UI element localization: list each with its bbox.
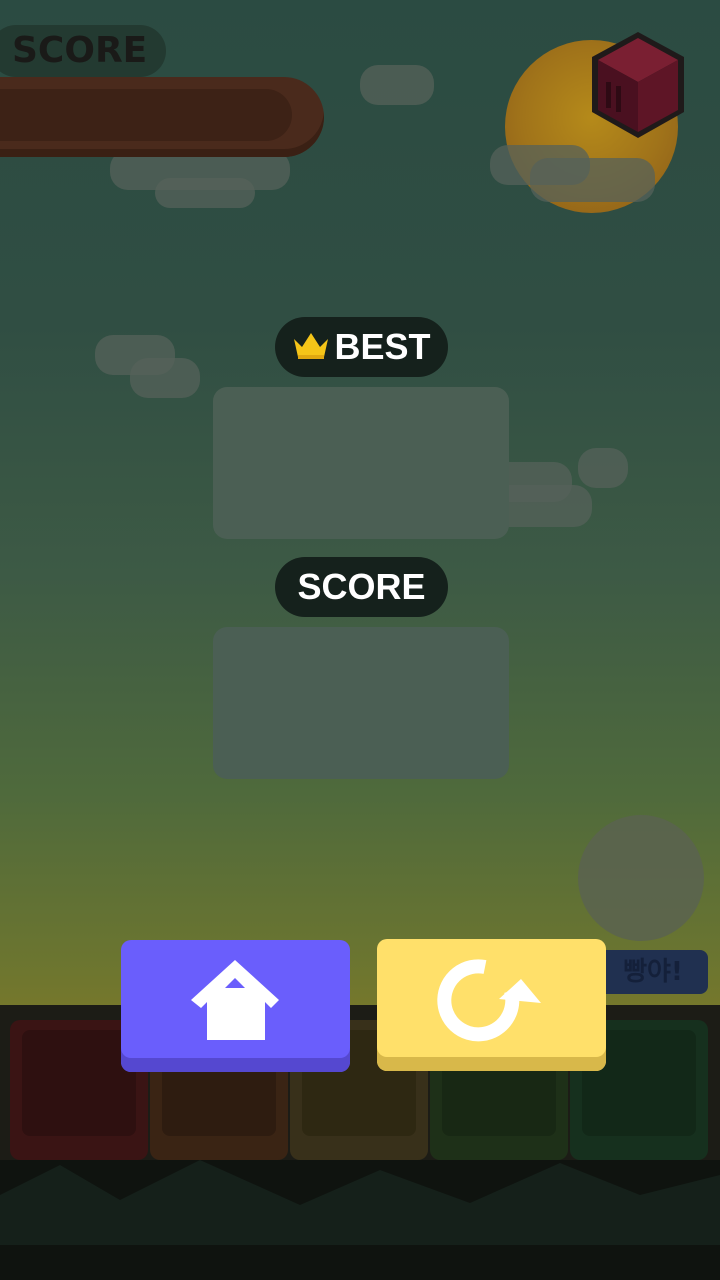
home-button[interactable] (121, 940, 350, 1072)
game-screen: SCORE BEST SCORE 빵야! (0, 0, 720, 1280)
best-score-panel (213, 387, 509, 539)
best-label: BEST (334, 326, 431, 367)
cloud (130, 358, 200, 398)
progress-track (0, 89, 292, 141)
cloud (578, 448, 628, 488)
cloud (530, 158, 655, 202)
crown-icon (294, 333, 329, 360)
cloud (155, 178, 255, 208)
score-panel (213, 627, 509, 779)
home-icon (191, 960, 279, 1040)
retry-icon (437, 959, 541, 1042)
score-label: SCORE (297, 566, 426, 607)
cube-icon[interactable] (588, 30, 688, 140)
progress-bar (0, 77, 324, 157)
best-label-pill: BEST (275, 317, 448, 377)
hud-score-label: SCORE (0, 25, 166, 77)
mountains (0, 1160, 720, 1245)
score-label-pill: SCORE (275, 557, 448, 617)
speech-tag: 빵야! (598, 950, 708, 994)
retry-button[interactable] (377, 939, 606, 1071)
cloud (360, 65, 434, 105)
jump-button-shadow (578, 815, 704, 941)
